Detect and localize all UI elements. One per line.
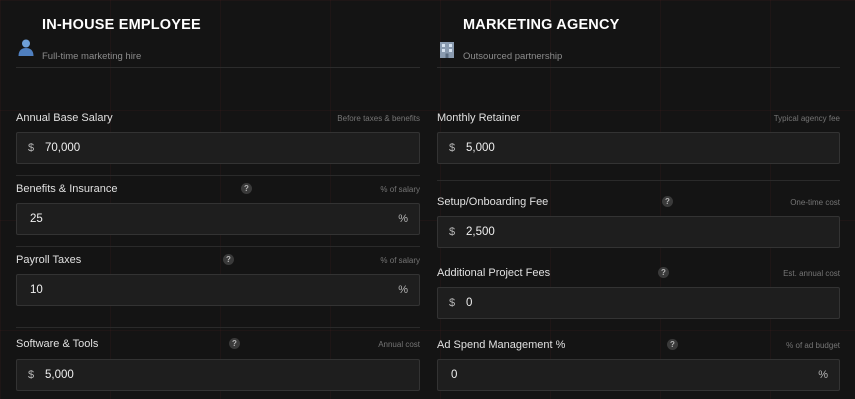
input-value: 10 xyxy=(30,284,43,296)
input-value: 5,000 xyxy=(466,142,495,154)
help-icon[interactable]: ? xyxy=(658,267,669,278)
field-label: Annual Base Salary xyxy=(16,112,113,124)
help-icon[interactable]: ? xyxy=(241,183,252,194)
field-hint: % of salary xyxy=(380,185,420,194)
annual-base-salary-input[interactable]: $ 70,000 xyxy=(16,132,420,164)
benefits-insurance-input[interactable]: 25 % xyxy=(16,203,420,235)
field-label: Payroll Taxes xyxy=(16,254,82,266)
field-hint: One-time cost xyxy=(790,198,840,207)
divider xyxy=(16,327,420,328)
input-value: 0 xyxy=(466,297,473,309)
help-icon[interactable]: ? xyxy=(667,339,678,350)
agency-subtitle: Outsourced partnership xyxy=(463,51,563,62)
software-tools-input[interactable]: $ 5,000 xyxy=(16,359,420,391)
field-hint: Est. annual cost xyxy=(783,269,840,278)
inhouse-column: IN-HOUSE EMPLOYEE Full-time marketing hi… xyxy=(16,0,420,399)
field-label: Monthly Retainer xyxy=(437,112,521,124)
inhouse-subtitle: Full-time marketing hire xyxy=(42,51,142,62)
field-hint: % of ad budget xyxy=(786,341,840,350)
field-label: Benefits & Insurance xyxy=(16,183,118,195)
setup-onboarding-fee-input[interactable]: $ 2,500 xyxy=(437,216,840,248)
dollar-prefix: $ xyxy=(28,142,35,154)
inhouse-title: IN-HOUSE EMPLOYEE xyxy=(42,17,201,33)
additional-project-fees-input[interactable]: $ 0 xyxy=(437,287,840,319)
help-icon[interactable]: ? xyxy=(223,254,234,265)
field-label: Software & Tools xyxy=(16,338,99,350)
field-hint: Annual cost xyxy=(378,340,420,349)
monthly-retainer-field: Monthly Retainer Typical agency fee $ 5,… xyxy=(437,110,840,170)
inhouse-header: IN-HOUSE EMPLOYEE Full-time marketing hi… xyxy=(16,0,420,68)
agency-column: MARKETING AGENCY Outsourced partnership … xyxy=(437,0,840,399)
payroll-taxes-input[interactable]: 10 % xyxy=(16,274,420,306)
person-icon xyxy=(16,37,36,57)
input-value: 70,000 xyxy=(45,142,81,154)
field-hint: Before taxes & benefits xyxy=(337,114,420,123)
monthly-retainer-input[interactable]: $ 5,000 xyxy=(437,132,840,164)
software-tools-field: Software & Tools ? Annual cost $ 5,000 xyxy=(16,336,420,396)
divider xyxy=(437,180,840,181)
dollar-prefix: $ xyxy=(28,369,35,381)
payroll-taxes-field: Payroll Taxes ? % of salary 10 % xyxy=(16,252,420,312)
annual-base-salary-field: Annual Base Salary Before taxes & benefi… xyxy=(16,110,420,170)
building-icon xyxy=(437,39,457,59)
help-icon[interactable]: ? xyxy=(662,196,673,207)
input-value: 0 xyxy=(451,369,458,381)
ad-spend-management-field: Ad Spend Management % ? % of ad budget 0… xyxy=(437,337,840,397)
agency-header: MARKETING AGENCY Outsourced partnership xyxy=(437,0,840,68)
percent-suffix: % xyxy=(398,213,408,225)
ad-spend-management-input[interactable]: 0 % xyxy=(437,359,840,391)
help-icon[interactable]: ? xyxy=(229,338,240,349)
divider xyxy=(16,175,420,176)
setup-onboarding-fee-field: Setup/Onboarding Fee ? One-time cost $ 2… xyxy=(437,194,840,254)
percent-suffix: % xyxy=(818,369,828,381)
input-value: 25 xyxy=(30,213,43,225)
additional-project-fees-field: Additional Project Fees ? Est. annual co… xyxy=(437,265,840,325)
dollar-prefix: $ xyxy=(449,297,456,309)
field-label: Additional Project Fees xyxy=(437,267,551,279)
dollar-prefix: $ xyxy=(449,226,456,238)
field-label: Ad Spend Management % xyxy=(437,339,566,351)
divider xyxy=(16,246,420,247)
input-value: 2,500 xyxy=(466,226,495,238)
input-value: 5,000 xyxy=(45,369,74,381)
percent-suffix: % xyxy=(398,284,408,296)
agency-title: MARKETING AGENCY xyxy=(463,17,620,33)
benefits-insurance-field: Benefits & Insurance ? % of salary 25 % xyxy=(16,181,420,241)
field-hint: Typical agency fee xyxy=(773,114,840,123)
dollar-prefix: $ xyxy=(449,142,456,154)
field-hint: % of salary xyxy=(380,256,420,265)
field-label: Setup/Onboarding Fee xyxy=(437,196,549,208)
